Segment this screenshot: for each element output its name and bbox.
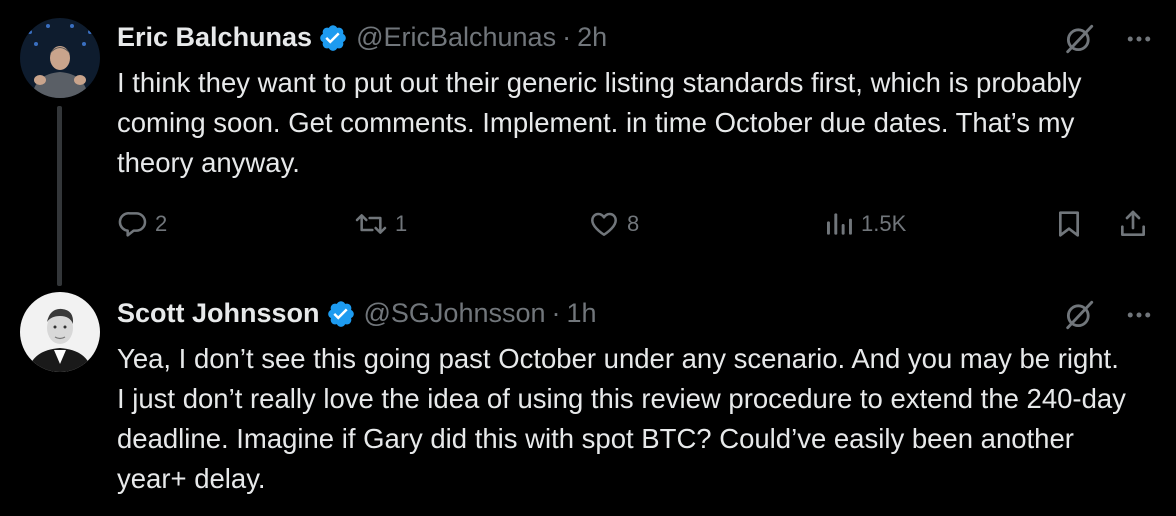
share-button[interactable]	[1117, 208, 1149, 240]
repost-count: 1	[395, 211, 408, 236]
timestamp[interactable]: 2h	[577, 22, 607, 53]
like-count: 8	[627, 211, 640, 236]
like-icon	[587, 208, 621, 240]
bookmark-button[interactable]	[1053, 208, 1085, 240]
more-icon[interactable]	[1124, 300, 1154, 330]
reply-count: 2	[155, 211, 168, 236]
timestamp[interactable]: 1h	[567, 298, 597, 329]
repost-button[interactable]: 1	[353, 208, 407, 240]
reply-icon	[117, 208, 149, 240]
separator-dot: ·	[551, 298, 561, 328]
thread-connector-line	[57, 106, 62, 286]
tweet-header: Eric Balchunas @EricBalchunas · 2h	[117, 22, 607, 53]
grok-icon[interactable]	[1062, 22, 1096, 56]
view-count: 1.5K	[861, 211, 907, 236]
verified-badge-icon	[318, 23, 348, 53]
bookmark-icon	[1053, 208, 1085, 240]
verified-badge-icon	[326, 299, 356, 329]
separator-dot: ·	[562, 22, 572, 52]
views-icon	[823, 208, 855, 240]
repost-icon	[353, 208, 389, 240]
share-icon	[1117, 208, 1149, 240]
author-handle[interactable]: @EricBalchunas	[356, 22, 556, 53]
more-icon[interactable]	[1124, 24, 1154, 54]
tweet-text: I think they want to put out their gener…	[117, 67, 1082, 178]
grok-icon[interactable]	[1062, 298, 1096, 332]
author-handle[interactable]: @SGJohnsson	[364, 298, 546, 329]
tweet-header: Scott Johnsson @SGJohnsson · 1h	[117, 298, 597, 329]
avatar[interactable]	[20, 292, 100, 372]
views-button[interactable]: 1.5K	[823, 208, 906, 240]
like-button[interactable]: 8	[587, 208, 639, 240]
tweet-eric-balchunas[interactable]: Eric Balchunas @EricBalchunas · 2h I thi…	[0, 0, 1176, 292]
reply-button[interactable]: 2	[117, 208, 167, 240]
tweet-text: Yea, I don’t see this going past October…	[117, 343, 1126, 494]
author-name[interactable]: Scott Johnsson	[117, 298, 320, 329]
tweet-scott-johnsson[interactable]: Scott Johnsson @SGJohnsson · 1h Yea, I d…	[0, 292, 1176, 516]
avatar[interactable]	[20, 18, 100, 98]
author-name[interactable]: Eric Balchunas	[117, 22, 312, 53]
action-bar: 2 1 8 1.5K	[117, 208, 1157, 248]
